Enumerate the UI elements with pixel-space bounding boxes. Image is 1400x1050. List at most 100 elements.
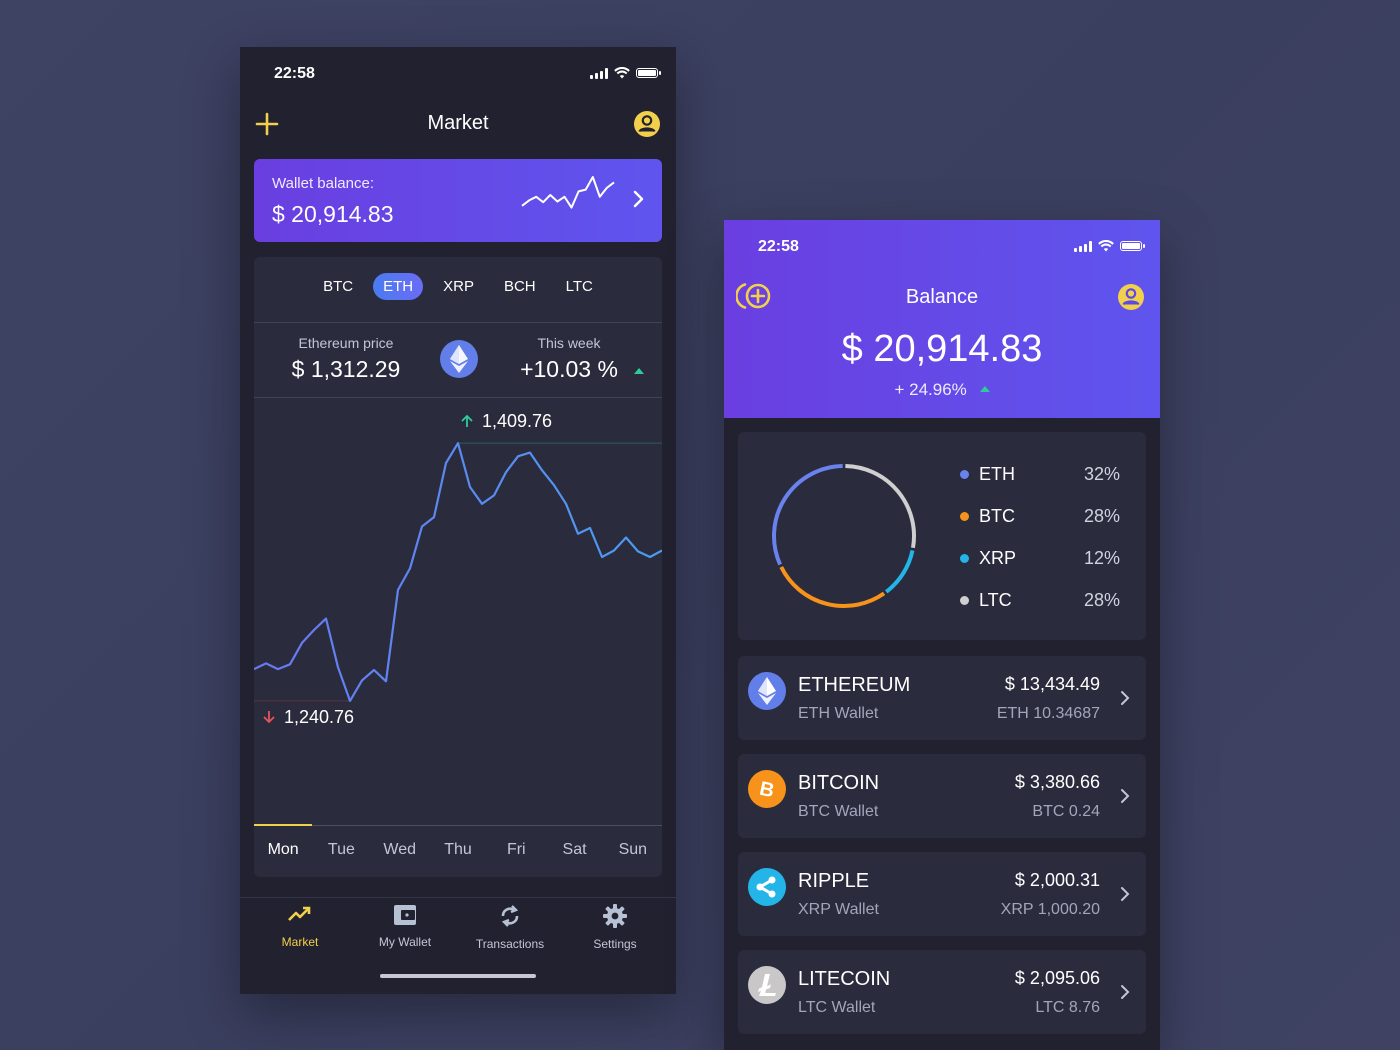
donut-slice-xrp (884, 549, 915, 594)
wallet-name: RIPPLE (798, 870, 870, 892)
balance-screen: 22:58 Balance $ 20,914.83 + 24.96% ETH 32… (724, 220, 1160, 1050)
coin-tabs: BTC ETH XRP BCH LTC (254, 273, 662, 300)
user-icon (1118, 284, 1144, 310)
day-tabs: Mon Tue Wed Thu Fri Sat Sun (254, 827, 662, 877)
wallet-usd-value: $ 2,000.31 (1014, 870, 1100, 890)
day-tab-sun[interactable]: Sun (604, 827, 662, 877)
profile-button[interactable] (632, 109, 662, 139)
ethereum-price: Ethereum price $ 1,312.29 (276, 335, 416, 383)
profile-button[interactable] (1116, 282, 1146, 312)
signal-icon (1074, 240, 1092, 252)
status-icons (1074, 240, 1145, 252)
balance-change: + 24.96% (724, 380, 1160, 400)
wallet-row-ripple[interactable]: RIPPLE XRP Wallet $ 2,000.31 XRP 1,000.20 (738, 852, 1146, 936)
ethereum-icon (748, 672, 786, 710)
chevron-right-icon (1121, 691, 1130, 705)
wallet-name: ETHEREUM (798, 674, 911, 696)
balance-header: 22:58 Balance $ 20,914.83 + 24.96% (724, 220, 1160, 418)
status-time: 22:58 (758, 238, 799, 255)
wallet-balance-card[interactable]: Wallet balance: $ 20,914.83 (254, 159, 662, 242)
day-tab-sat[interactable]: Sat (545, 827, 603, 877)
total-balance: $ 20,914.83 (841, 328, 1043, 370)
nav-settings[interactable]: Settings (565, 904, 665, 951)
legend-percent: 28% (1083, 589, 1120, 610)
chart-low-label: 1,240.76 (262, 707, 354, 728)
ethereum-icon (450, 345, 468, 373)
status-bar: 22:58 (240, 47, 676, 99)
legend-item-btc: BTC 28% (960, 506, 1120, 526)
donut-slice-ltc (845, 464, 916, 549)
weekly-change: This week +10.03 % (504, 335, 634, 383)
donut-slice-btc (779, 566, 886, 608)
chevron-right-icon (633, 190, 644, 208)
nav-my-wallet[interactable]: My Wallet (355, 904, 455, 949)
legend-name: ETH (979, 463, 1015, 484)
wallet-subtitle: BTC Wallet (798, 803, 879, 820)
legend-dot (960, 469, 969, 479)
page-title: Balance (905, 286, 979, 308)
arrow-up-icon (461, 414, 473, 428)
wallet-name: BITCOIN (798, 772, 880, 794)
wallet-name: LITECOIN (798, 968, 891, 990)
legend-dot (960, 511, 969, 521)
wallet-usd-value: $ 3,380.66 (1014, 772, 1100, 792)
legend-name: BTC (979, 505, 1015, 526)
battery-icon (1120, 241, 1145, 251)
chart-high-label: 1,409.76 (460, 411, 552, 432)
wallet-balance-label: Wallet balance: (272, 175, 374, 192)
battery-icon (636, 68, 661, 78)
day-axis-line (254, 825, 662, 826)
home-indicator[interactable] (380, 974, 536, 978)
tab-xrp[interactable]: XRP (433, 273, 484, 300)
svg-text:B: B (757, 778, 776, 801)
day-tab-fri[interactable]: Fri (487, 827, 545, 877)
nav-transactions[interactable]: Transactions (460, 904, 560, 951)
nav-transactions-label: Transactions (475, 937, 545, 951)
allocation-card: ETH 32% BTC 28% XRP 12% LTC 28% (738, 432, 1146, 640)
eth-price-line (254, 442, 662, 702)
ripple-icon (748, 868, 786, 906)
tab-eth[interactable]: ETH (373, 273, 424, 300)
tab-ltc[interactable]: LTC (556, 273, 603, 300)
nav-market-label: Market (281, 935, 319, 949)
allocation-donut (772, 464, 916, 608)
divider (254, 322, 662, 323)
wallet-coin-amount: LTC 8.76 (1035, 999, 1100, 1016)
wallet-sparkline (521, 176, 615, 209)
day-tab-wed[interactable]: Wed (371, 827, 429, 877)
signal-icon (590, 67, 608, 79)
wallet-row-litecoin[interactable]: LITECOIN LTC Wallet $ 2,095.06 LTC 8.76 (738, 950, 1146, 1034)
tab-btc[interactable]: BTC (313, 273, 363, 300)
balance-change-value: + 24.96% (894, 380, 967, 399)
nav-wallet-label: My Wallet (378, 935, 432, 949)
bottom-nav: Market My Wallet Transactions Settings (240, 897, 676, 994)
wallet-row-ethereum[interactable]: ETHEREUM ETH Wallet $ 13,434.49 ETH 10.3468… (738, 656, 1146, 740)
wallet-subtitle: ETH Wallet (798, 705, 879, 722)
status-time: 22:58 (274, 65, 315, 82)
price-value: $ 1,312.29 (291, 356, 401, 382)
market-panel: BTC ETH XRP BCH LTC Ethereum price $ 1,312.2… (254, 257, 662, 877)
wallet-coin-amount: XRP 1,000.20 (1000, 901, 1100, 918)
tab-bch[interactable]: BCH (494, 273, 546, 300)
sparkline-path (521, 176, 615, 209)
day-tab-mon[interactable]: Mon (254, 827, 312, 877)
up-triangle-icon (979, 386, 990, 392)
day-tab-thu[interactable]: Thu (429, 827, 487, 877)
wallet-usd-value: $ 13,434.49 (1004, 674, 1100, 694)
chart-low-value: 1,240.76 (284, 706, 355, 727)
legend-percent: 32% (1083, 463, 1120, 484)
nav-market[interactable]: Market (250, 904, 350, 949)
chevron-right-icon (1121, 985, 1130, 999)
week-caption: This week (537, 335, 601, 351)
wallet-row-bitcoin[interactable]: B BITCOIN BTC Wallet $ 3,380.66 BTC 0.24 (738, 754, 1146, 838)
page-title: Market (427, 112, 489, 134)
donut-slice-eth (772, 464, 843, 566)
legend-item-xrp: XRP 12% (960, 548, 1120, 568)
day-tab-tue[interactable]: Tue (312, 827, 370, 877)
up-triangle-icon (634, 368, 644, 374)
chevron-right-icon (1121, 789, 1130, 803)
wallet-usd-value: $ 2,095.06 (1014, 968, 1100, 988)
legend-name: XRP (979, 547, 1017, 568)
wallet-balance-value: $ 20,914.83 (272, 201, 394, 227)
legend-name: LTC (979, 589, 1012, 610)
